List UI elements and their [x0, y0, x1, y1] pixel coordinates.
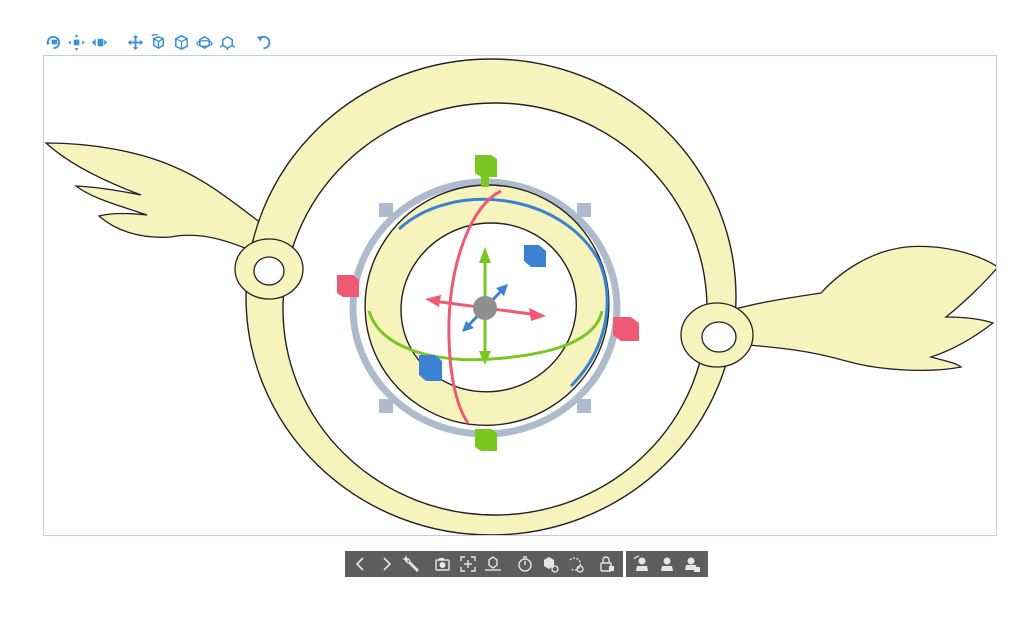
pose-alt-button[interactable] [655, 553, 679, 575]
rotate-camera-icon [45, 35, 60, 49]
camera-toolbar [44, 31, 272, 53]
undo-camera-button[interactable] [254, 33, 272, 51]
fit-view-button[interactable] [456, 553, 480, 575]
rotate-reset-icon [569, 557, 584, 573]
wrench-button[interactable] [399, 553, 423, 575]
timer-icon [518, 556, 532, 572]
object-settings-icon [219, 35, 235, 50]
object-toolbar [345, 551, 708, 577]
object-rotate-view-icon [195, 35, 213, 49]
fit-view-icon [460, 556, 476, 572]
outer-ring [245, 58, 737, 535]
pose-alt-icon [661, 557, 673, 571]
wrench-icon [402, 555, 419, 572]
undo-camera-icon [256, 35, 270, 49]
object-front-icon [174, 34, 188, 50]
3d-viewport[interactable] [43, 55, 997, 536]
next-button[interactable] [374, 553, 398, 575]
lock-button[interactable] [595, 553, 619, 575]
pan-camera-button[interactable] [67, 33, 85, 51]
left-connector [234, 238, 304, 300]
scene-render [44, 58, 996, 535]
previous-button[interactable] [349, 553, 373, 575]
move-object-icon [127, 34, 143, 50]
camera-capture-icon [435, 558, 450, 571]
object-toolbar-pose [626, 551, 708, 577]
rotate-reset-button[interactable] [563, 553, 587, 575]
pose-button[interactable] [630, 553, 654, 575]
rotate-object-icon [150, 33, 164, 49]
dolly-camera-button[interactable] [90, 33, 108, 51]
object-front-button[interactable] [172, 33, 190, 51]
pose-preset-icon [685, 557, 700, 572]
right-wing [720, 245, 996, 372]
object-settings-button[interactable] [218, 33, 236, 51]
rotate-object-button[interactable] [149, 33, 167, 51]
move-object-button[interactable] [126, 33, 144, 51]
left-wing [44, 142, 270, 261]
object-list-button[interactable] [538, 553, 562, 575]
right-connector [680, 302, 754, 368]
next-icon [383, 557, 392, 571]
object-list-icon [544, 557, 559, 573]
pose-icon [633, 555, 648, 571]
lock-icon [600, 556, 614, 572]
timer-button[interactable] [513, 553, 537, 575]
pose-preset-button[interactable] [680, 553, 704, 575]
pan-camera-icon [67, 33, 85, 51]
rotate-camera-button[interactable] [44, 33, 62, 51]
dolly-camera-icon [91, 38, 107, 46]
camera-capture-button[interactable] [431, 553, 455, 575]
object-rotate-view-button[interactable] [195, 33, 213, 51]
object-toolbar-main [345, 551, 623, 577]
ground-icon [485, 556, 501, 571]
previous-icon [355, 557, 364, 571]
ground-button[interactable] [481, 553, 505, 575]
